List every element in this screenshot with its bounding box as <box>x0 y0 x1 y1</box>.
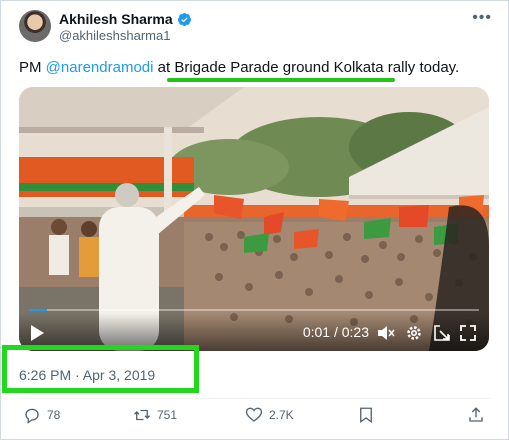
highlight-underline <box>167 78 395 82</box>
tweet-middle: at <box>153 59 175 76</box>
divider <box>19 398 490 399</box>
share-button[interactable] <box>467 406 485 424</box>
avatar[interactable] <box>19 10 51 42</box>
author-name-row[interactable]: Akhilesh Sharma <box>59 10 192 28</box>
bookmark-button[interactable] <box>357 406 375 424</box>
video-time: 0:01 / 0:23 <box>302 324 369 340</box>
mention-link[interactable]: @narendramodi <box>46 59 154 76</box>
play-icon[interactable] <box>29 324 45 342</box>
heart-icon <box>245 407 263 422</box>
pop-out-icon[interactable] <box>433 324 451 342</box>
author-handle[interactable]: @akhileshsharma1 <box>59 28 170 44</box>
author-name[interactable]: Akhilesh Sharma <box>59 10 173 28</box>
action-bar: 78 751 2.7K <box>1 406 508 428</box>
fullscreen-icon[interactable] <box>459 324 477 342</box>
tweet-card: Akhilesh Sharma @akhileshsharma1 ••• PM … <box>0 0 509 440</box>
like-button[interactable]: 2.7K <box>245 406 294 424</box>
reply-button[interactable]: 78 <box>23 406 60 424</box>
retweet-count: 751 <box>157 408 178 422</box>
reply-icon <box>25 408 39 424</box>
like-count: 2.7K <box>269 408 294 422</box>
video-frame <box>19 87 489 351</box>
bookmark-icon <box>360 407 372 424</box>
tweet-timestamp[interactable]: 6:26 PM · Apr 3, 2019 <box>19 367 155 383</box>
settings-icon[interactable] <box>405 324 423 342</box>
retweet-icon <box>134 409 150 421</box>
video-player[interactable]: 0:01 / 0:23 <box>19 87 489 351</box>
tweet-prefix: PM <box>19 59 46 76</box>
share-icon <box>469 407 483 422</box>
reply-count: 78 <box>47 408 61 422</box>
tweet-highlight-text: Brigade Parade ground Kolkata rally <box>174 59 416 76</box>
mute-icon[interactable] <box>377 324 395 342</box>
tweet-suffix: today. <box>415 59 460 76</box>
verified-badge-icon <box>177 12 191 26</box>
retweet-button[interactable]: 751 <box>133 406 177 424</box>
tweet-text: PM @narendramodi at Brigade Parade groun… <box>19 58 459 78</box>
more-dots-icon[interactable]: ••• <box>472 9 492 27</box>
